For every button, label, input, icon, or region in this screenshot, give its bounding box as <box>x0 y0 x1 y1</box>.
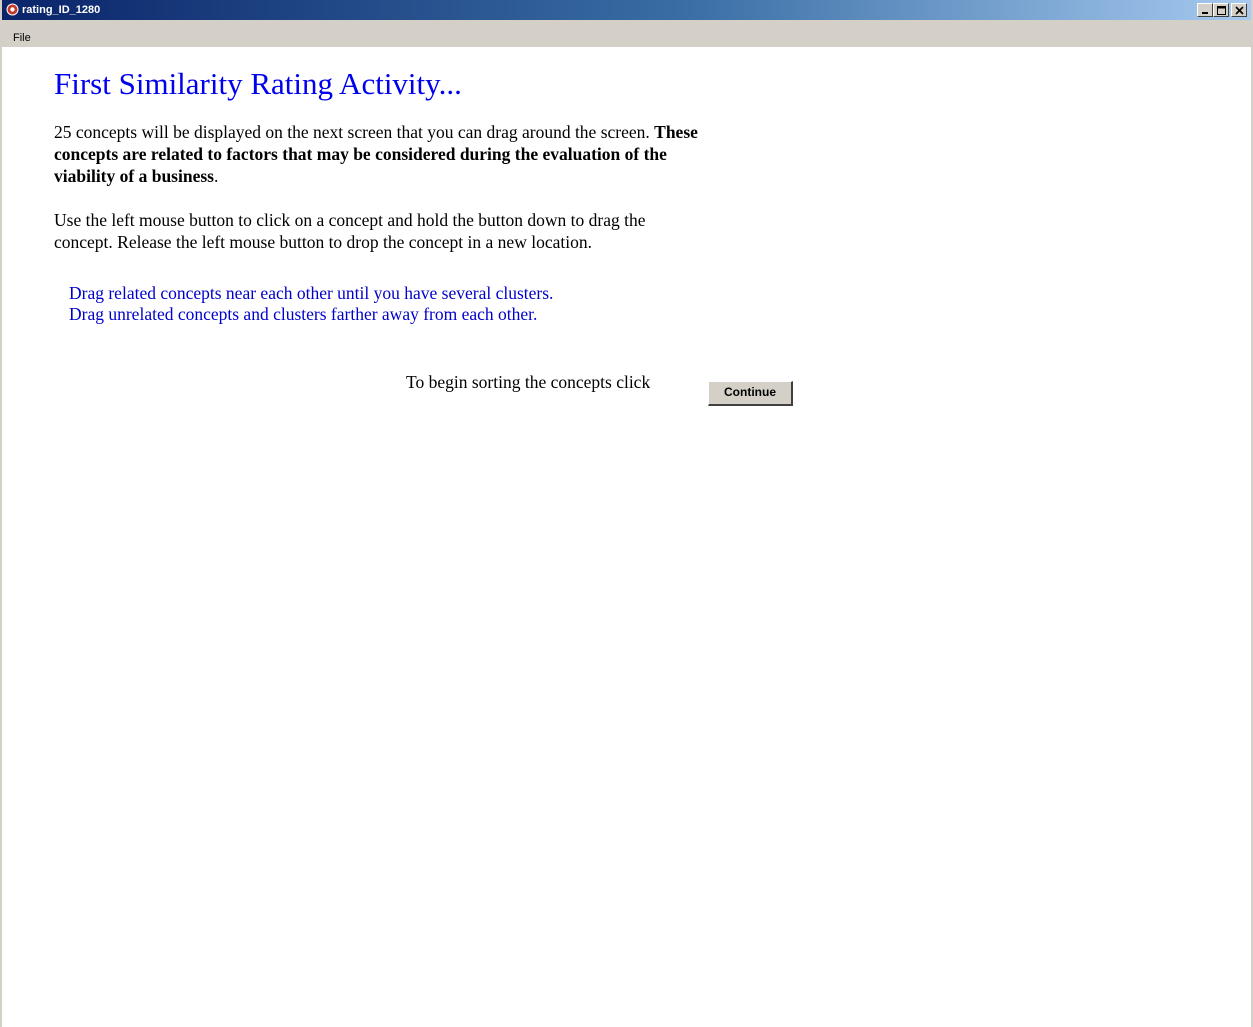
begin-sorting-label: To begin sorting the concepts click <box>406 372 651 392</box>
intro-text: 25 concepts will be displayed on the nex… <box>54 122 655 142</box>
drag-related-instruction: Drag related concepts near each other un… <box>69 283 554 303</box>
mouse-instructions-paragraph: Use the left mouse button to click on a … <box>54 210 646 252</box>
continue-button[interactable]: Continue <box>708 381 793 406</box>
window-title: rating_ID_1280 <box>22 4 101 16</box>
maximize-icon <box>1217 6 1226 15</box>
minimize-icon <box>1202 12 1208 14</box>
intro-paragraph: 25 concepts will be displayed on the nex… <box>54 121 704 187</box>
app-window: rating_ID_1280 File First Similarity Rat… <box>0 0 1253 1027</box>
intro-end-text: . <box>213 166 219 186</box>
title-bar[interactable]: rating_ID_1280 <box>2 0 1251 20</box>
close-button[interactable] <box>1231 3 1247 17</box>
page-title: First Similarity Rating Activity... <box>54 66 462 101</box>
menu-bar: File <box>2 20 1251 47</box>
close-icon <box>1235 6 1244 15</box>
app-icon <box>6 3 19 16</box>
window-controls <box>1197 3 1247 17</box>
menu-item-file[interactable]: File <box>13 32 31 44</box>
drag-instructions: Drag related concepts near each other un… <box>69 283 553 325</box>
minimize-button[interactable] <box>1197 3 1213 17</box>
drag-unrelated-instruction: Drag unrelated concepts and clusters far… <box>69 304 538 324</box>
maximize-button[interactable] <box>1213 3 1229 17</box>
content-area: First Similarity Rating Activity... 25 c… <box>2 47 1251 1027</box>
